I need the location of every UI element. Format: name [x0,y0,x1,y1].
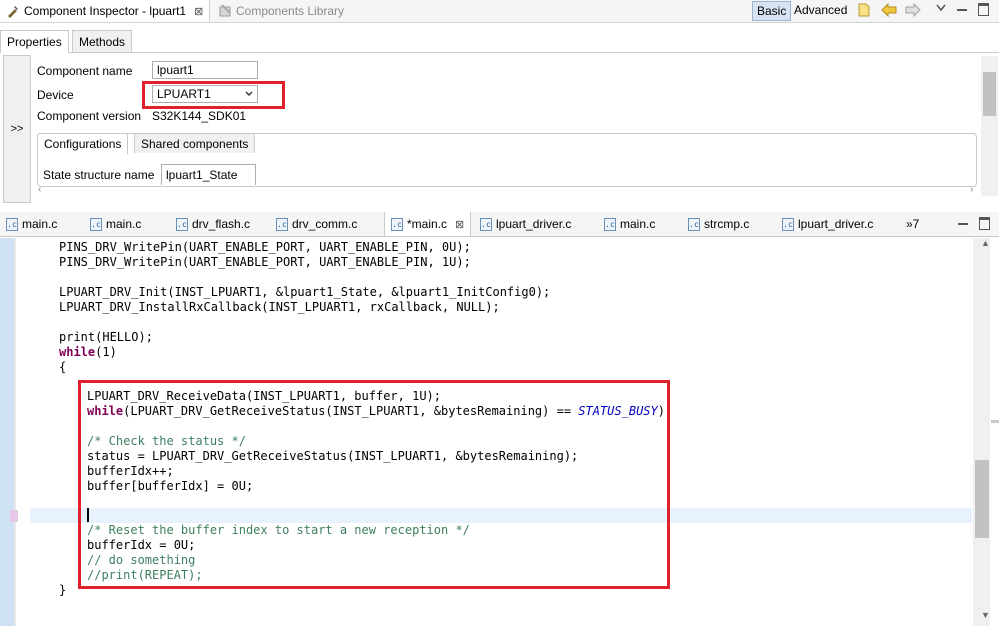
component-name-label: Component name [37,64,133,78]
tab-configurations[interactable]: Configurations [37,133,129,154]
device-select[interactable]: LPUART1 [152,85,258,103]
forward-arrow-icon[interactable] [905,3,921,17]
code-text: (1) [95,345,117,359]
editor-tab[interactable]: .c main.c [598,212,661,236]
editor-tab[interactable]: .c drv_flash.c [170,212,256,236]
tab-properties[interactable]: Properties [0,30,69,53]
inspector-vertical-scrollbar[interactable] [981,56,998,196]
c-file-icon: .c [176,217,188,231]
c-file-icon: .c [276,217,288,231]
gutter-divider [14,238,16,626]
editor-tab-label: *main.c [407,217,448,231]
basic-button[interactable]: Basic [752,1,792,21]
view-menu-icon[interactable] [936,4,946,12]
tab-components-library[interactable]: Components Library [212,0,350,22]
keyword: while [59,345,96,359]
editor-tab-label: lpuart_driver.c [798,217,874,231]
editor-left-gutter [0,238,14,626]
inspector-sub-tabs: Properties Methods [0,30,999,53]
back-arrow-icon[interactable] [881,3,897,17]
device-value: LPUART1 [157,87,211,101]
expand-icon: >> [10,123,24,135]
library-icon [219,4,231,17]
new-note-icon[interactable] [856,2,872,18]
maximize-icon[interactable] [979,217,990,230]
code-line: LPUART_DRV_InstallRxCallback(INST_LPUART… [59,300,500,314]
code-line: PINS_DRV_WritePin(UART_ENABLE_PORT, UART… [59,255,471,269]
code-line: { [59,360,67,374]
editor-tab[interactable]: .c lpuart_driver.c [474,212,577,236]
state-structure-field[interactable]: lpuart1_State [161,164,256,185]
c-file-icon: .c [604,217,616,231]
editor-tab-label: strcmp.c [704,217,750,231]
scroll-right-icon[interactable]: › [970,184,973,195]
scrollbar-thumb[interactable] [975,460,989,538]
editor-tab[interactable]: .c main.c [84,212,147,236]
code-highlight-box [78,380,670,589]
state-structure-label: State structure name [43,168,155,182]
code-line: LPUART_DRV_Init(INST_LPUART1, &lpuart1_S… [59,285,551,299]
scroll-down-icon[interactable]: ▼ [981,610,990,620]
editor-tab-label: main.c [22,217,58,231]
overview-ruler [990,238,999,626]
editor-tab-label: drv_flash.c [192,217,251,231]
c-file-icon: .c [391,217,403,231]
editor-tab[interactable]: .c strcmp.c [682,212,755,236]
editor-tab[interactable]: .c lpuart_driver.c [776,212,879,236]
editor-tab-label: main.c [620,217,656,231]
close-icon[interactable]: ⊠ [194,5,203,18]
ruler-mark [991,420,999,423]
view-title-bar: Component Inspector - lpuart1 ⊠ Componen… [0,0,999,23]
scrollbar-thumb[interactable] [983,72,996,116]
editor-tabs-bar: .c main.c .c main.c .c drv_flash.c .c drv_co… [0,212,999,237]
advanced-button[interactable]: Advanced [790,1,851,19]
maximize-icon[interactable] [978,3,989,16]
tab-methods[interactable]: Methods [72,30,133,52]
component-version-value: S32K144_SDK01 [152,109,247,123]
tab-shared-components[interactable]: Shared components [134,133,256,153]
editor-tab-label: lpuart_driver.c [496,217,572,231]
component-name-field[interactable]: lpuart1 [152,61,258,79]
scroll-left-icon[interactable]: ‹ [38,184,41,195]
tab-component-inspector[interactable]: Component Inspector - lpuart1 ⊠ [0,0,211,22]
editor-tab-label: drv_comm.c [292,217,358,231]
tab-overflow-button[interactable]: »7 [900,212,925,236]
change-marker [10,510,18,522]
c-file-icon: .c [688,217,700,231]
editor-tab-label: main.c [106,217,142,231]
tab-label: Components Library [236,4,345,18]
minimize-icon[interactable] [957,9,967,11]
c-file-icon: .c [480,217,492,231]
code-line: while(1) [59,345,117,360]
code-line: PINS_DRV_WritePin(UART_ENABLE_PORT, UART… [59,240,471,254]
tab-label: Component Inspector - lpuart1 [24,4,187,18]
minimize-icon[interactable] [958,223,968,225]
component-version-label: Component version [37,109,142,123]
code-line: } [59,583,67,597]
device-label: Device [37,88,74,102]
editor-tab[interactable]: .c drv_comm.c [270,212,363,236]
chevron-down-icon [245,91,253,96]
scroll-up-icon[interactable]: ▲ [981,238,990,248]
expand-rail-button[interactable]: >> [3,55,31,203]
c-file-icon: .c [6,217,18,231]
code-line: print(HELLO); [59,330,153,344]
inspector-horizontal-scrollbar[interactable]: ‹ › [30,184,980,198]
close-icon[interactable]: ⊠ [455,218,464,231]
inspector-icon [8,6,18,18]
editor-tab[interactable]: .c main.c [0,212,63,236]
c-file-icon: .c [90,217,102,231]
editor-tab-active[interactable]: .c *main.c ⊠ [384,212,472,236]
c-file-icon: .c [782,217,794,231]
